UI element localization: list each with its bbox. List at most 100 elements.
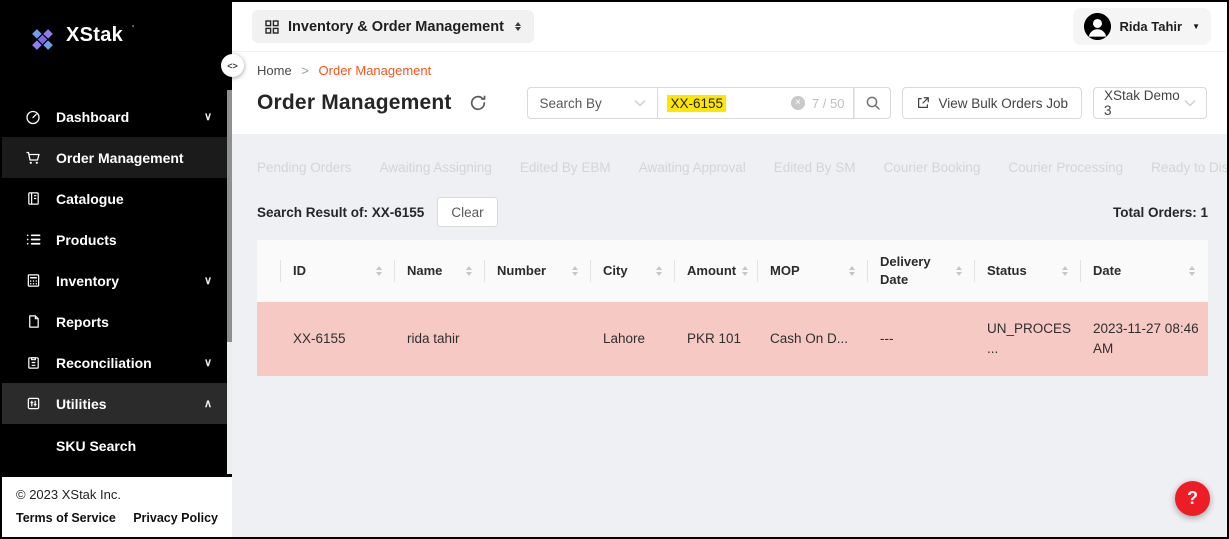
char-counter: 7 / 50 <box>812 96 845 111</box>
chevron-up-icon: ∧ <box>204 397 212 410</box>
column-header-id[interactable]: ID <box>281 240 395 302</box>
column-header-city[interactable]: City <box>591 240 675 302</box>
tab-awaiting-approval[interactable]: Awaiting Approval <box>639 160 746 175</box>
tab-edited-by-ebm[interactable]: Edited By EBM <box>520 160 611 175</box>
cart-icon <box>25 150 41 166</box>
page-header: Home > Order Management Order Management… <box>232 52 1227 134</box>
copyright-text: © 2023 XStak Inc. <box>16 487 218 502</box>
reconciliation-clipboard-icon <box>25 355 41 370</box>
breadcrumb: Home > Order Management <box>257 63 1207 78</box>
chevron-down-icon: ∨ <box>204 356 212 369</box>
table-header-row: ID Name Number City <box>257 240 1208 302</box>
main-area: Inventory & Order Management Rida Tahir … <box>232 2 1227 537</box>
app-grid-icon <box>265 20 279 34</box>
cell-status: UN_PROCES... <box>975 311 1081 366</box>
search-input[interactable]: XX-6155 × 7 / 50 <box>658 87 854 119</box>
refresh-icon[interactable] <box>469 94 487 112</box>
search-button[interactable] <box>854 87 891 119</box>
app-selector-button[interactable]: Inventory & Order Management <box>252 10 534 43</box>
table-row[interactable]: XX-6155 rida tahir Lahore PKR 101 Cash O… <box>257 302 1208 376</box>
cell-mop: Cash On D... <box>758 321 868 357</box>
cell-city: Lahore <box>591 321 675 357</box>
terms-of-service-link[interactable]: Terms of Service <box>16 511 116 525</box>
sidebar-item-label: Reports <box>56 314 109 330</box>
sort-icon[interactable] <box>460 266 472 276</box>
clear-search-button[interactable]: Clear <box>437 197 497 227</box>
cell-number <box>485 331 591 347</box>
user-menu-button[interactable]: Rida Tahir ▼ <box>1073 8 1211 45</box>
sort-icon[interactable] <box>1183 266 1195 276</box>
view-bulk-orders-job-button[interactable]: View Bulk Orders Job <box>902 87 1082 119</box>
xstak-logo-icon <box>28 25 57 54</box>
tab-awaiting-assigning[interactable]: Awaiting Assigning <box>380 160 492 175</box>
export-icon <box>916 96 930 110</box>
chevron-down-icon: ∨ <box>204 274 212 287</box>
column-header-delivery-date[interactable]: Delivery Date <box>868 240 975 302</box>
results-bar: Search Result of: XX-6155 Clear Total Or… <box>257 197 1208 227</box>
user-avatar <box>1084 13 1111 40</box>
sort-icon[interactable] <box>736 266 748 276</box>
sidebar-item-label: Dashboard <box>56 109 129 125</box>
utilities-sliders-icon <box>25 396 41 411</box>
breadcrumb-current-link[interactable]: Order Management <box>319 63 432 78</box>
tab-courier-processing[interactable]: Courier Processing <box>1008 160 1123 175</box>
sort-icon[interactable] <box>650 266 662 276</box>
sidebar-item-dashboard[interactable]: Dashboard ∨ <box>2 96 232 137</box>
sort-icon[interactable] <box>1056 266 1068 276</box>
sidebar-menu: Dashboard ∨ Order Management Catalogue <box>2 96 232 477</box>
column-header-date[interactable]: Date <box>1081 240 1208 302</box>
user-caret-icon: ▼ <box>1192 22 1200 31</box>
sidebar-item-products[interactable]: Products <box>2 219 232 260</box>
search-icon <box>865 95 881 111</box>
reports-file-icon <box>25 314 41 329</box>
column-header-number[interactable]: Number <box>485 240 591 302</box>
sidebar-item-reconciliation[interactable]: Reconciliation ∨ <box>2 342 232 383</box>
column-header-mop[interactable]: MOP <box>758 240 868 302</box>
sidebar-item-catalogue[interactable]: Catalogue <box>2 178 232 219</box>
sidebar-item-utilities[interactable]: Utilities ∧ <box>2 383 232 424</box>
column-header-amount[interactable]: Amount <box>675 240 758 302</box>
column-header-status[interactable]: Status <box>975 240 1081 302</box>
sidebar-item-label: Catalogue <box>56 191 124 207</box>
brand-logo[interactable]: XStak' <box>2 2 232 96</box>
cell-amount: PKR 101 <box>675 321 758 357</box>
sidebar-item-label: Reconciliation <box>56 355 152 371</box>
search-by-label: Search By <box>539 96 601 111</box>
column-header-lead <box>257 240 281 302</box>
sort-icon[interactable] <box>950 266 962 276</box>
sidebar-collapse-toggle-button[interactable]: <> <box>221 54 244 77</box>
search-group: Search By XX-6155 × 7 / 50 <box>527 87 891 119</box>
tab-ready-to-dispatch[interactable]: Ready to Dispatch <box>1151 160 1229 175</box>
status-tabs: Pending Orders Awaiting Assigning Edited… <box>257 147 1208 188</box>
tab-edited-by-sm[interactable]: Edited By SM <box>774 160 856 175</box>
sort-icon[interactable] <box>843 266 855 276</box>
catalogue-icon <box>25 191 41 206</box>
chevron-down-icon <box>1184 99 1196 107</box>
breadcrumb-separator: > <box>301 63 309 78</box>
column-header-name[interactable]: Name <box>395 240 485 302</box>
dashboard-icon <box>25 109 41 125</box>
sort-icon[interactable] <box>370 266 382 276</box>
sidebar-item-label: SKU Search <box>56 438 136 454</box>
sidebar: XStak' Dashboard ∨ Order Management <box>2 2 232 537</box>
brand-name: XStak <box>66 24 123 47</box>
store-selector[interactable]: XStak Demo 3 <box>1093 87 1207 119</box>
topbar: Inventory & Order Management Rida Tahir … <box>232 2 1227 52</box>
sidebar-item-sku-search[interactable]: SKU Search <box>2 424 232 468</box>
search-by-select[interactable]: Search By <box>527 87 658 119</box>
page-title: Order Management <box>257 91 452 115</box>
help-button[interactable]: ? <box>1175 481 1210 516</box>
content-area: Pending Orders Awaiting Assigning Edited… <box>232 134 1227 537</box>
tab-courier-booking[interactable]: Courier Booking <box>884 160 981 175</box>
clear-input-icon[interactable]: × <box>791 96 805 110</box>
sidebar-item-inventory[interactable]: Inventory ∨ <box>2 260 232 301</box>
sidebar-item-order-management[interactable]: Order Management <box>2 137 232 178</box>
breadcrumb-home-link[interactable]: Home <box>257 63 292 78</box>
privacy-policy-link[interactable]: Privacy Policy <box>133 511 218 525</box>
sidebar-item-reports[interactable]: Reports <box>2 301 232 342</box>
cell-delivery-date: --- <box>868 321 975 357</box>
total-orders-label: Total Orders: 1 <box>1113 205 1208 220</box>
view-bulk-orders-job-label: View Bulk Orders Job <box>938 96 1068 111</box>
sort-icon[interactable] <box>566 266 578 276</box>
tab-pending-orders[interactable]: Pending Orders <box>257 160 352 175</box>
